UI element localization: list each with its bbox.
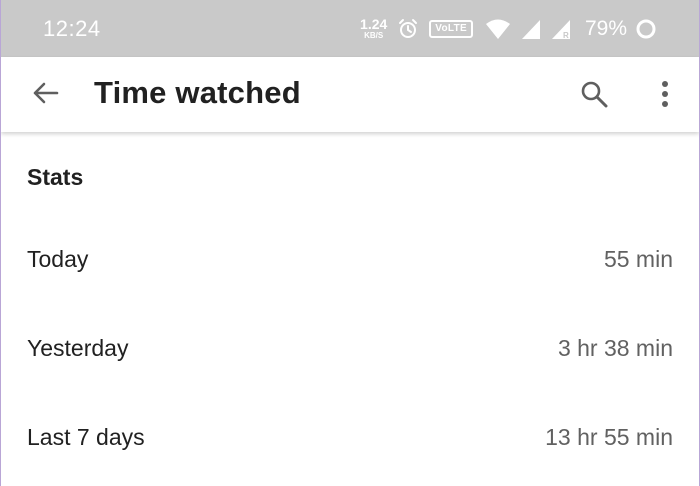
signal-icon bbox=[521, 18, 541, 40]
wifi-icon bbox=[485, 18, 511, 40]
stat-value: 13 hr 55 min bbox=[545, 423, 673, 450]
status-icons: 1.24 KB/S VoLTE R 79% bbox=[360, 0, 657, 57]
battery-circle-icon bbox=[635, 18, 657, 40]
back-button[interactable] bbox=[29, 79, 61, 111]
stat-label: Today bbox=[27, 245, 89, 272]
network-speed: 1.24 KB/S bbox=[360, 17, 387, 40]
volte-icon: VoLTE bbox=[429, 19, 473, 38]
stat-label: Yesterday bbox=[27, 334, 129, 361]
signal-roaming-icon: R bbox=[551, 18, 573, 40]
more-vert-icon bbox=[661, 80, 669, 113]
status-time: 12:24 bbox=[43, 15, 101, 41]
screen: 12:24 1.24 KB/S VoLTE R 79% Time watched… bbox=[0, 0, 700, 486]
stat-row-yesterday: Yesterday 3 hr 38 min bbox=[1, 318, 699, 378]
stat-row-today: Today 55 min bbox=[1, 229, 699, 289]
stats-header: Stats bbox=[27, 164, 84, 190]
back-arrow-icon bbox=[31, 79, 59, 112]
search-icon bbox=[580, 80, 608, 113]
svg-text:R: R bbox=[563, 31, 569, 40]
more-options-button[interactable] bbox=[649, 79, 681, 113]
alarm-icon bbox=[397, 18, 419, 40]
stat-value: 55 min bbox=[603, 245, 673, 272]
app-bar: Time watched bbox=[1, 57, 699, 132]
battery-percent: 79% bbox=[584, 16, 627, 40]
page-title: Time watched bbox=[94, 75, 301, 110]
network-speed-unit: KB/S bbox=[364, 31, 384, 40]
status-bar: 12:24 1.24 KB/S VoLTE R 79% bbox=[1, 0, 699, 57]
stat-row-last-7-days: Last 7 days 13 hr 55 min bbox=[1, 407, 699, 467]
stat-value: 3 hr 38 min bbox=[557, 334, 673, 361]
search-button[interactable] bbox=[577, 79, 611, 113]
stat-label: Last 7 days bbox=[27, 423, 145, 450]
network-speed-value: 1.24 bbox=[360, 16, 388, 32]
